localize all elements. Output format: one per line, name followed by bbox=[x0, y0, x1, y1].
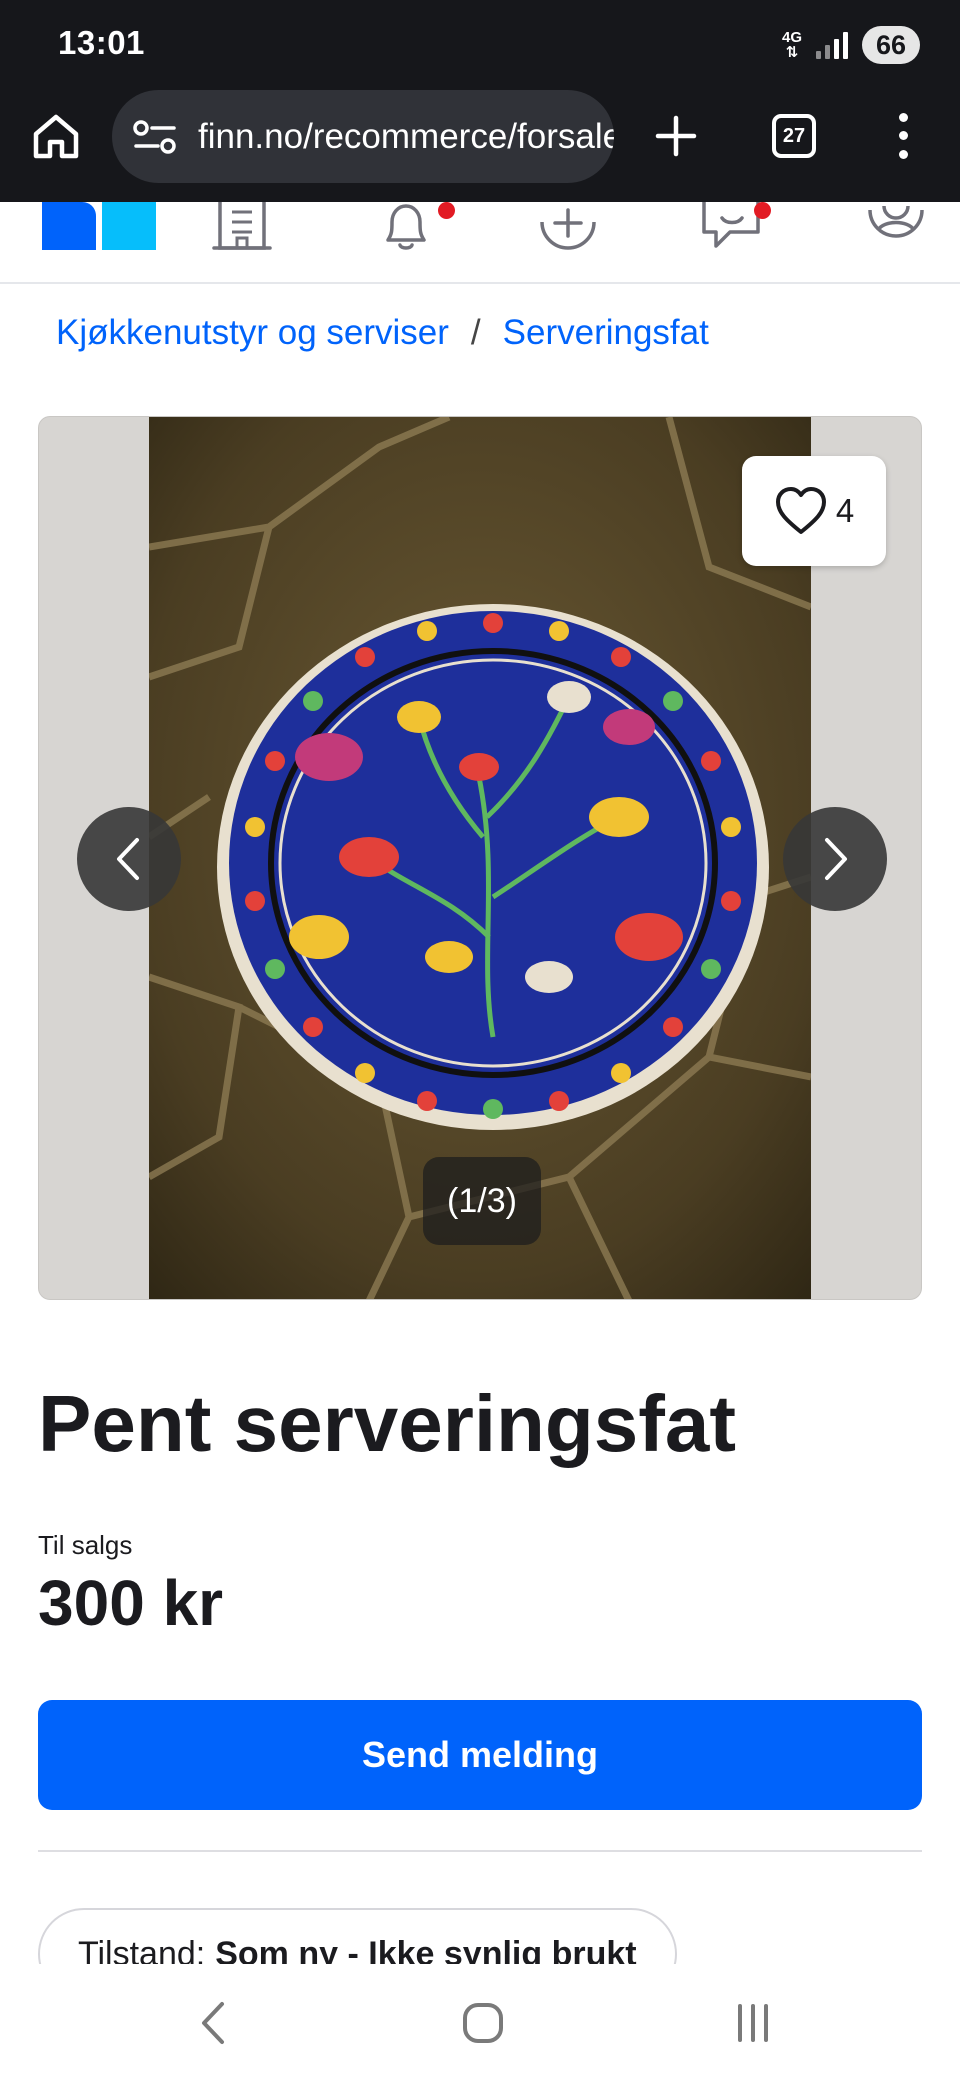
price: 300 kr bbox=[38, 1567, 224, 1639]
notification-dot bbox=[754, 202, 771, 219]
battery-icon: 66 bbox=[862, 26, 920, 64]
listing-title: Pent serveringsfat bbox=[38, 1379, 737, 1468]
breadcrumb: Kjøkkenutstyr og serviser / Serveringsfa… bbox=[56, 310, 709, 356]
add-circle-icon[interactable] bbox=[536, 202, 600, 252]
more-options-icon[interactable] bbox=[888, 108, 918, 164]
url-text: finn.no/recommerce/forsale/item bbox=[198, 116, 614, 156]
building-icon[interactable] bbox=[210, 202, 274, 252]
status-time: 13:01 bbox=[58, 24, 145, 61]
status-bar: 13:01 4G ⇅ 66 bbox=[0, 0, 960, 88]
favorite-count: 4 bbox=[835, 492, 855, 529]
profile-icon[interactable] bbox=[864, 202, 928, 252]
sale-status-label: Til salgs bbox=[38, 1530, 133, 1560]
signal-icon bbox=[816, 31, 848, 59]
image-gallery[interactable]: 4 (1/3) bbox=[38, 416, 922, 1300]
finn-logo[interactable] bbox=[42, 202, 156, 250]
bell-icon bbox=[386, 204, 426, 250]
favorite-button[interactable]: 4 bbox=[742, 456, 886, 566]
next-image-button[interactable] bbox=[783, 807, 887, 911]
new-tab-icon[interactable] bbox=[650, 110, 702, 162]
back-icon[interactable] bbox=[190, 1998, 240, 2048]
browser-toolbar: finn.no/recommerce/forsale/item 27 bbox=[0, 88, 960, 202]
system-nav-bar bbox=[0, 1964, 960, 2080]
breadcrumb-separator: / bbox=[470, 313, 481, 352]
previous-image-button[interactable] bbox=[77, 807, 181, 911]
recents-icon[interactable] bbox=[728, 1998, 778, 2048]
messages-button[interactable] bbox=[700, 202, 780, 254]
notifications-button[interactable] bbox=[374, 202, 455, 254]
network-indicator: 4G ⇅ bbox=[782, 30, 802, 60]
network-type: 4G bbox=[781, 29, 802, 46]
send-message-button[interactable]: Send melding bbox=[38, 1700, 922, 1810]
heart-icon bbox=[775, 487, 826, 534]
chevron-left-icon bbox=[117, 838, 139, 880]
tab-switcher-button[interactable]: 27 bbox=[772, 114, 816, 158]
breadcrumb-link-serving-dishes[interactable]: Serveringsfat bbox=[503, 313, 709, 353]
address-bar[interactable]: finn.no/recommerce/forsale/item bbox=[112, 90, 614, 183]
status-indicators: 4G ⇅ 66 bbox=[782, 24, 920, 66]
notification-dot bbox=[438, 202, 455, 219]
home-icon[interactable] bbox=[30, 110, 82, 162]
divider bbox=[38, 1850, 922, 1852]
image-counter: (1/3) bbox=[423, 1157, 541, 1245]
site-nav bbox=[0, 202, 960, 284]
home-nav-icon[interactable] bbox=[458, 1998, 508, 2048]
site-settings-icon[interactable] bbox=[132, 119, 178, 155]
data-arrows-icon: ⇅ bbox=[785, 44, 799, 61]
chevron-right-icon bbox=[825, 838, 847, 880]
breadcrumb-link-kitchenware[interactable]: Kjøkkenutstyr og serviser bbox=[56, 313, 449, 353]
